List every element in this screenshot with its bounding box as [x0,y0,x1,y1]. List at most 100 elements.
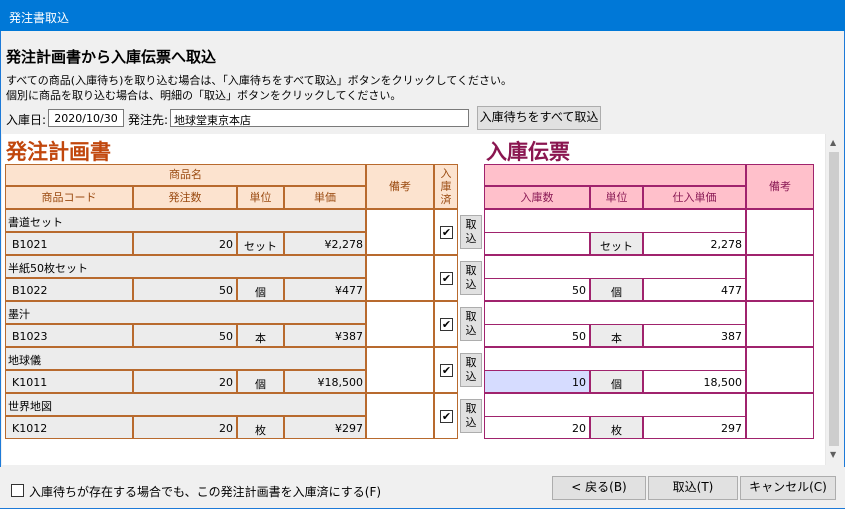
arrow-up-icon[interactable]: ▲ [830,138,836,147]
order-qty: 50 [219,330,233,343]
instruction-line-2: 個別に商品を取り込む場合は、明細の「取込」ボタンをクリックしてください。 [6,89,402,102]
order-header-code: 商品コード [5,186,133,209]
window-border-left [0,31,1,509]
order-unit: 本 [255,332,266,345]
order-unit: セット [244,240,277,253]
check-icon: ✔ [441,410,452,423]
order-product-code: K1012 [12,422,48,435]
order-header-unit: 単位 [237,186,284,209]
check-icon: ✔ [441,226,452,239]
order-row-name-cell [5,347,366,370]
order-unit: 個 [255,286,266,299]
scrollbar-thumb[interactable] [829,152,839,446]
order-qty: 20 [219,422,233,435]
force-received-label: 入庫待ちが存在する場合でも、この発注計画書を入庫済にする(F) [29,485,382,499]
import-button[interactable]: 取込(T) [648,476,738,500]
receipt-cost: 387 [721,330,742,343]
receipt-unit: 本 [611,332,622,345]
received-checkbox[interactable]: ✔ [440,410,453,423]
receipt-remarks-cell [746,347,814,393]
order-product-code: K1011 [12,376,48,389]
title-bar: 発注書取込 [0,0,845,31]
order-remarks-cell [366,209,434,255]
order-product-name: 地球儀 [8,354,41,367]
order-price: ¥477 [335,284,363,297]
page-heading: 発注計画書から入庫伝票へ取込 [6,48,217,66]
order-product-code: B1023 [12,330,48,343]
order-qty: 50 [219,284,233,297]
receipt-cost: 477 [721,284,742,297]
date-field[interactable]: 2020/10/30 [48,109,124,127]
window-title: 発注書取込 [9,11,70,25]
receipt-unit: 個 [611,378,622,391]
receipt-cost: 18,500 [703,376,743,389]
order-header-remarks: 備考 [366,164,434,209]
order-product-name: 世界地図 [8,400,52,413]
check-icon: ✔ [441,364,452,377]
receipt-header-qty: 入庫数 [484,186,590,209]
received-checkbox[interactable]: ✔ [440,318,453,331]
order-header-received: 入 庫 済 [434,164,458,209]
receipt-qty-input[interactable] [484,232,590,255]
take-in-button[interactable]: 取 込 [460,353,482,387]
take-in-button[interactable]: 取 込 [460,261,482,295]
order-product-name: 墨汁 [8,308,30,321]
receipt-remarks-cell [746,209,814,255]
supplier-label: 発注先: [128,113,169,127]
order-unit: 枚 [255,424,266,437]
force-received-checkbox[interactable] [11,484,24,497]
receipt-header-top [484,164,746,186]
receipt-cost: 2,278 [710,238,743,251]
order-header-qty: 発注数 [133,186,237,209]
order-product-code: B1021 [12,238,48,251]
cancel-button[interactable]: キャンセル(C) [740,476,836,500]
receipt-qty: 50 [572,284,586,297]
back-button[interactable]: < 戻る(B) [552,476,646,500]
receipt-title: 入庫伝票 [486,140,570,164]
receipt-unit: 個 [611,286,622,299]
take-in-button[interactable]: 取 込 [460,215,482,249]
order-price: ¥387 [335,330,363,343]
receipt-unit: セット [600,240,633,253]
order-remarks-cell [366,301,434,347]
detail-area: 発注計画書 入庫伝票 商品名 商品コード 発注数 単位 単価 備考 入 庫 済 … [2,134,825,465]
order-remarks-cell [366,393,434,439]
receipt-cost: 297 [721,422,742,435]
supplier-field[interactable]: 地球堂東京本店 [170,109,469,127]
order-row-name-cell [5,393,366,416]
order-header-price: 単価 [284,186,366,209]
receipt-header-cost: 仕入単価 [643,186,746,209]
receipt-unit: 枚 [611,424,622,437]
order-product-code: B1022 [12,284,48,297]
take-in-button[interactable]: 取 込 [460,399,482,433]
order-remarks-cell [366,255,434,301]
vertical-scrollbar[interactable]: ▲ ▼ [825,134,842,465]
arrow-down-icon[interactable]: ▼ [830,450,836,459]
receipt-remarks-cell [746,393,814,439]
receipt-qty: 10 [572,376,586,389]
order-qty: 20 [219,376,233,389]
date-label: 入庫日: [6,113,47,127]
receipt-qty: 20 [572,422,586,435]
take-in-button[interactable]: 取 込 [460,307,482,341]
order-remarks-cell [366,347,434,393]
order-price: ¥2,278 [324,238,364,251]
order-header-product-name: 商品名 [5,164,366,186]
check-icon: ✔ [441,318,452,331]
receipt-header-remarks: 備考 [746,164,814,209]
order-plan-title: 発注計画書 [6,140,111,164]
receipt-header-unit: 単位 [590,186,643,209]
receive-all-button[interactable]: 入庫待ちをすべて取込 [477,106,601,130]
received-checkbox[interactable]: ✔ [440,272,453,285]
order-product-name: 書道セット [8,216,63,229]
order-qty: 20 [219,238,233,251]
order-product-name: 半紙50枚セット [8,262,88,275]
receipt-remarks-cell [746,301,814,347]
order-price: ¥297 [335,422,363,435]
received-checkbox[interactable]: ✔ [440,226,453,239]
order-price: ¥18,500 [317,376,364,389]
instruction-line-1: すべての商品(入庫待ち)を取り込む場合は、「入庫待ちをすべて取込」ボタンをクリッ… [6,74,512,87]
order-unit: 個 [255,378,266,391]
order-row-name-cell [5,301,366,324]
received-checkbox[interactable]: ✔ [440,364,453,377]
